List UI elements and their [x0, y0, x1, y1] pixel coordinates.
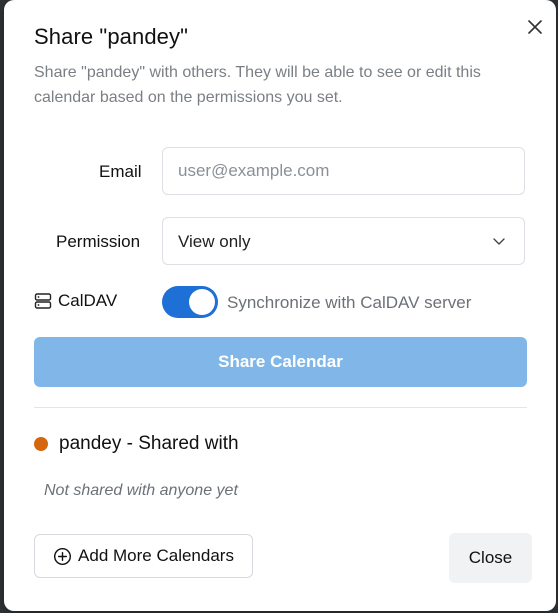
- toggle-knob: [189, 289, 215, 315]
- calendar-color-dot: [34, 437, 48, 451]
- add-more-calendars-button[interactable]: Add More Calendars: [34, 534, 253, 578]
- caldav-label: CalDAV: [34, 291, 117, 311]
- close-icon-glyph: [528, 20, 542, 34]
- shared-with-heading: pandey - Shared with: [34, 433, 239, 455]
- divider: [34, 407, 527, 408]
- close-icon[interactable]: [522, 14, 548, 40]
- email-field[interactable]: [163, 148, 524, 194]
- permission-select[interactable]: View only: [162, 217, 525, 265]
- server-icon: [34, 293, 52, 309]
- caldav-sync-text: Synchronize with CalDAV server: [227, 293, 472, 312]
- permission-label: Permission: [56, 232, 141, 251]
- chevron-down-icon: [493, 238, 505, 245]
- email-label: Email: [99, 162, 142, 181]
- plus-circle-icon: [54, 547, 72, 565]
- dialog-title: Share "pandey": [34, 24, 189, 49]
- caldav-sync-toggle[interactable]: [162, 286, 218, 318]
- caldav-label-text: CalDAV: [58, 291, 118, 310]
- share-calendar-dialog: Share "pandey" Share "pandey" with other…: [4, 0, 556, 611]
- share-calendar-button[interactable]: Share Calendar: [34, 337, 527, 387]
- dialog-subtitle: Share "pandey" with others. They will be…: [34, 64, 481, 106]
- shared-with-heading-text: pandey - Shared with: [59, 433, 239, 454]
- close-button[interactable]: Close: [449, 533, 532, 583]
- not-shared-note: Not shared with anyone yet: [44, 482, 238, 499]
- permission-select-value: View only: [178, 232, 251, 251]
- add-more-calendars-label: Add More Calendars: [78, 546, 234, 565]
- email-field-wrapper: [162, 147, 525, 195]
